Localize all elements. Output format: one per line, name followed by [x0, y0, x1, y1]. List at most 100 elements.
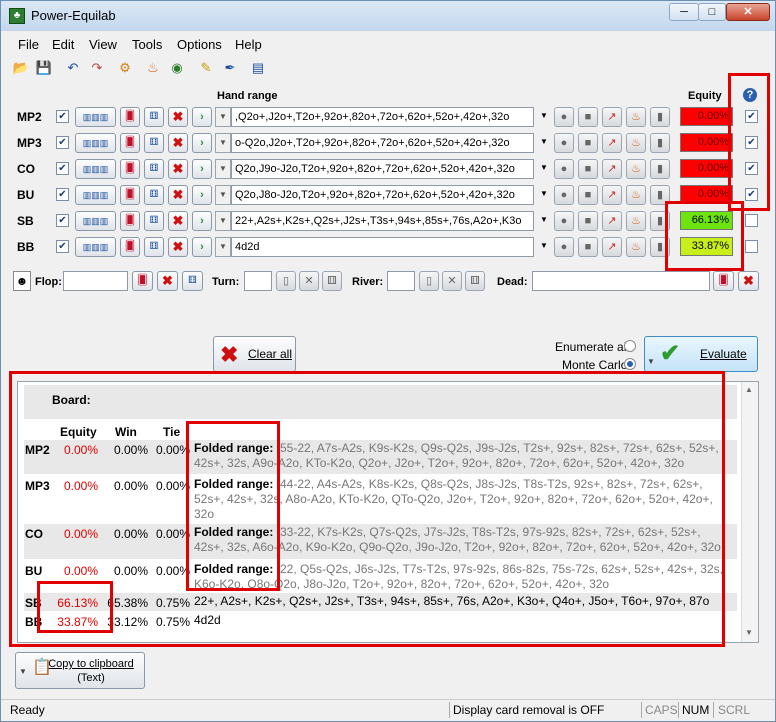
open-icon[interactable]: 📂 [12, 59, 30, 77]
dice-button-sb[interactable]: ⚅ [144, 211, 164, 231]
range-dropdown-co[interactable]: ▼ [536, 159, 552, 179]
clear-all-button[interactable]: ✖ Clear all [213, 336, 296, 372]
monte-carlo-radio[interactable] [624, 358, 636, 370]
square-button-mp2[interactable]: ■ [578, 107, 598, 127]
fire-button-mp2[interactable]: ♨ [626, 107, 646, 127]
pen-icon[interactable]: ✒ [221, 59, 239, 77]
scroll-up-icon[interactable]: ▲ [745, 385, 753, 394]
dead-cards-button[interactable]: 🂠 [713, 271, 734, 291]
river-random-button[interactable]: ⚅ [465, 271, 485, 291]
save-icon[interactable]: 💾 [35, 59, 53, 77]
circle-button-sb[interactable]: ● [554, 211, 574, 231]
circle-button-mp2[interactable]: ● [554, 107, 574, 127]
results-scrollbar[interactable]: ▲ ▼ [741, 382, 758, 642]
circle-button-bu[interactable]: ● [554, 185, 574, 205]
dead-input[interactable] [532, 271, 710, 291]
next-range-button-mp3[interactable]: › [192, 133, 212, 153]
enumerate-all-radio[interactable] [624, 340, 636, 352]
book-icon[interactable]: ▤ [249, 59, 267, 77]
fire-button-mp3[interactable]: ♨ [626, 133, 646, 153]
hand-range-input-sb[interactable]: 22+,A2s+,K2s+,Q2s+,J2s+,T3s+,94s+,85s+,7… [231, 211, 534, 231]
player-active-checkbox-co[interactable]: ✔ [56, 162, 69, 175]
graph-button-mp2[interactable]: ↗ [602, 107, 622, 127]
dead-clear-button[interactable]: ✖ [738, 271, 759, 291]
flop-clear-button[interactable]: ✖ [157, 271, 178, 291]
next-range-button-co[interactable]: › [192, 159, 212, 179]
range-history-dropdown-mp3[interactable]: ▼ [215, 133, 231, 153]
range-history-dropdown-bu[interactable]: ▼ [215, 185, 231, 205]
flop-input[interactable] [63, 271, 128, 291]
fire-button-bu[interactable]: ♨ [626, 185, 646, 205]
dice-button-bb[interactable]: ⚅ [144, 237, 164, 257]
square-button-sb[interactable]: ■ [578, 211, 598, 231]
clear-range-button-sb[interactable]: ✖ [168, 211, 188, 231]
menu-view[interactable]: View [89, 37, 117, 52]
card-select-button-sb[interactable]: 🂠 [120, 211, 140, 231]
maximize-button[interactable]: □ [698, 3, 726, 21]
next-range-button-sb[interactable]: › [192, 211, 212, 231]
turn-cards-button[interactable]: ▯ [276, 271, 296, 291]
graph-button-bb[interactable]: ↗ [602, 237, 622, 257]
player-active-checkbox-bu[interactable]: ✔ [56, 188, 69, 201]
range-grid-button-mp3[interactable]: ▥▥▥ [75, 133, 116, 153]
dice-button-bu[interactable]: ⚅ [144, 185, 164, 205]
range-dropdown-mp3[interactable]: ▼ [536, 133, 552, 153]
clear-range-button-co[interactable]: ✖ [168, 159, 188, 179]
clear-range-button-mp3[interactable]: ✖ [168, 133, 188, 153]
hand-range-input-mp3[interactable]: o-Q2o,J2o+,T2o+,92o+,82o+,72o+,62o+,52o+… [231, 133, 534, 153]
clear-range-button-bu[interactable]: ✖ [168, 185, 188, 205]
dice-button-co[interactable]: ⚅ [144, 159, 164, 179]
bars-button-mp2[interactable]: ▮ [650, 107, 670, 127]
clear-range-button-mp2[interactable]: ✖ [168, 107, 188, 127]
graph-button-sb[interactable]: ↗ [602, 211, 622, 231]
hand-range-input-co[interactable]: Q2o,J9o-J2o,T2o+,92o+,82o+,72o+,62o+,52o… [231, 159, 534, 179]
clear-range-button-bb[interactable]: ✖ [168, 237, 188, 257]
player-include-checkbox-bb[interactable] [745, 240, 758, 253]
menu-help[interactable]: Help [235, 37, 262, 52]
user-icon[interactable]: ☻ [13, 271, 31, 291]
range-grid-button-bu[interactable]: ▥▥▥ [75, 185, 116, 205]
clipboard-dropdown-icon[interactable]: ▼ [19, 665, 27, 679]
copy-clipboard-button[interactable]: ▼ 📋 Copy to clipboard (Text) [15, 652, 145, 689]
player-active-checkbox-bb[interactable]: ✔ [56, 240, 69, 253]
scroll-down-icon[interactable]: ▼ [745, 628, 753, 637]
graph-button-mp3[interactable]: ↗ [602, 133, 622, 153]
menu-file[interactable]: File [18, 37, 39, 52]
circle-button-co[interactable]: ● [554, 159, 574, 179]
hand-range-input-mp2[interactable]: ,Q2o+,J2o+,T2o+,92o+,82o+,72o+,62o+,52o+… [231, 107, 534, 127]
next-range-button-bb[interactable]: › [192, 237, 212, 257]
range-history-dropdown-mp2[interactable]: ▼ [215, 107, 231, 127]
square-button-co[interactable]: ■ [578, 159, 598, 179]
range-grid-button-sb[interactable]: ▥▥▥ [75, 211, 116, 231]
flop-cards-button[interactable]: 🂠 [132, 271, 153, 291]
player-active-checkbox-mp2[interactable]: ✔ [56, 110, 69, 123]
dice-button-mp3[interactable]: ⚅ [144, 133, 164, 153]
hand-range-input-bb[interactable]: 4d2d [231, 237, 534, 257]
card-select-button-bb[interactable]: 🂠 [120, 237, 140, 257]
undo-icon[interactable]: ↶ [64, 59, 82, 77]
menu-options[interactable]: Options [177, 37, 222, 52]
bars-button-co[interactable]: ▮ [650, 159, 670, 179]
evaluate-button[interactable]: ▼ ✔ Evaluate [644, 336, 758, 372]
range-history-dropdown-sb[interactable]: ▼ [215, 211, 231, 231]
next-range-button-mp2[interactable]: › [192, 107, 212, 127]
square-button-bb[interactable]: ■ [578, 237, 598, 257]
graph-button-bu[interactable]: ↗ [602, 185, 622, 205]
range-grid-button-mp2[interactable]: ▥▥▥ [75, 107, 116, 127]
player-active-checkbox-mp3[interactable]: ✔ [56, 136, 69, 149]
river-cards-button[interactable]: ▯ [419, 271, 439, 291]
player-include-checkbox-sb[interactable] [745, 214, 758, 227]
minimize-button[interactable]: ─ [669, 3, 699, 21]
range-history-dropdown-co[interactable]: ▼ [215, 159, 231, 179]
range-grid-button-co[interactable]: ▥▥▥ [75, 159, 116, 179]
turn-clear-button[interactable]: ✕ [299, 271, 319, 291]
next-range-button-bu[interactable]: › [192, 185, 212, 205]
range-grid-button-bb[interactable]: ▥▥▥ [75, 237, 116, 257]
range-dropdown-sb[interactable]: ▼ [536, 211, 552, 231]
card-select-button-co[interactable]: 🂠 [120, 159, 140, 179]
flop-random-button[interactable]: ⚅ [182, 271, 203, 291]
player-active-checkbox-sb[interactable]: ✔ [56, 214, 69, 227]
fire-button-sb[interactable]: ♨ [626, 211, 646, 231]
card-select-button-mp3[interactable]: 🂠 [120, 133, 140, 153]
turn-random-button[interactable]: ⚅ [322, 271, 342, 291]
